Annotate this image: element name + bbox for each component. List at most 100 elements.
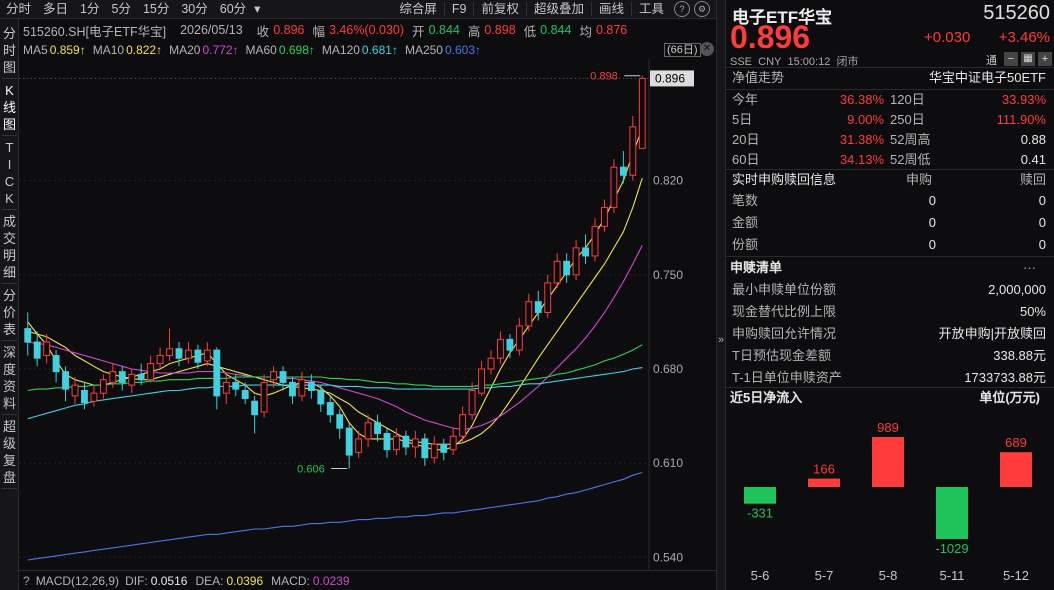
vtab-intraday[interactable]: 时 <box>0 42 19 59</box>
tab-intraday[interactable]: 分时 <box>0 0 37 19</box>
ma-item-ma5[interactable]: MA5 0.859↑ <box>23 43 86 57</box>
candle[interactable] <box>525 293 533 332</box>
macd-help-icon[interactable]: ? <box>23 574 30 588</box>
candle[interactable] <box>326 395 334 423</box>
candle[interactable] <box>478 360 485 396</box>
candle[interactable] <box>468 382 476 421</box>
ma-item-ma60[interactable]: MA60 0.698↑ <box>246 43 315 57</box>
tong-badge[interactable]: 通 <box>986 52 997 68</box>
tab-1min[interactable]: 1分 <box>74 0 105 19</box>
candle[interactable] <box>345 422 353 469</box>
vtab-super-replay[interactable]: 盘 <box>0 469 19 486</box>
flow-bar-group[interactable]: -331 5-6 <box>744 487 776 583</box>
vtab-trade-detail[interactable]: 成 <box>0 213 19 230</box>
forward-adjust-button[interactable]: 前复权 <box>475 0 525 19</box>
tab-30min[interactable]: 30分 <box>175 0 213 19</box>
tab-multi-day[interactable]: 多日 <box>37 0 74 19</box>
vtab-deep-data[interactable]: 资 <box>0 378 19 395</box>
candle[interactable] <box>430 436 438 464</box>
flow-bar-group[interactable]: 689 5-12 <box>1000 435 1032 583</box>
minus-icon[interactable]: − <box>1004 52 1018 66</box>
vtab-deep-data[interactable]: 料 <box>0 395 19 412</box>
vtab-trade-detail[interactable]: 交 <box>0 230 19 247</box>
candle[interactable] <box>213 347 221 410</box>
candle[interactable] <box>506 333 514 359</box>
close-chart-icon[interactable]: ✕ <box>700 42 714 56</box>
panel-divider[interactable] <box>716 0 726 590</box>
nav-index[interactable]: 华宝中证电子50ETF <box>929 67 1046 89</box>
tab-60min[interactable]: 60分 <box>214 0 252 19</box>
candle[interactable] <box>459 406 467 442</box>
candle[interactable] <box>638 75 646 149</box>
candle[interactable] <box>90 385 98 407</box>
candle[interactable] <box>118 366 126 391</box>
period-dropdown-icon[interactable]: ▾ <box>252 0 262 19</box>
candle[interactable] <box>374 414 381 442</box>
vtab-price-table[interactable]: 表 <box>0 321 19 338</box>
candle[interactable] <box>147 355 155 383</box>
candle[interactable] <box>251 395 259 434</box>
candle[interactable] <box>298 371 306 402</box>
plus-icon[interactable]: + <box>1038 52 1052 66</box>
vtab-kline[interactable]: K <box>0 82 19 99</box>
candle[interactable] <box>421 433 429 466</box>
candle[interactable] <box>24 312 32 356</box>
vtab-deep-data[interactable]: 度 <box>0 361 19 378</box>
candle[interactable] <box>71 377 79 404</box>
candle[interactable] <box>203 342 211 367</box>
candle[interactable] <box>629 116 637 181</box>
vtab-trade-detail[interactable]: 细 <box>0 264 19 281</box>
candle[interactable] <box>156 347 164 369</box>
candle[interactable] <box>487 350 495 375</box>
candle[interactable] <box>449 428 457 456</box>
candle[interactable] <box>572 239 580 281</box>
draw-line-button[interactable]: 画线 <box>593 0 630 19</box>
vtab-kline[interactable]: 线 <box>0 99 19 116</box>
candle[interactable] <box>515 317 523 356</box>
candle[interactable] <box>563 253 571 283</box>
candle[interactable] <box>289 377 296 404</box>
candle[interactable] <box>619 151 627 184</box>
vtab-intraday[interactable]: 分 <box>0 25 19 42</box>
candle[interactable] <box>364 414 372 447</box>
more-icon[interactable]: ··· <box>1023 257 1036 279</box>
candle[interactable] <box>601 199 608 232</box>
candle[interactable] <box>383 428 391 458</box>
help-icon[interactable]: ? <box>674 1 690 17</box>
candle[interactable] <box>553 253 561 289</box>
vtab-deep-data[interactable]: 深 <box>0 344 19 361</box>
candle[interactable] <box>307 374 315 399</box>
vtab-tick[interactable]: T <box>0 139 19 156</box>
settings-icon[interactable]: ⚙ <box>694 1 710 17</box>
candle[interactable] <box>440 438 448 461</box>
candle[interactable] <box>128 368 136 394</box>
ma-item-ma250[interactable]: MA250 0.603↑ <box>405 43 481 57</box>
vtab-trade-detail[interactable]: 明 <box>0 247 19 264</box>
f9-button[interactable]: F9 <box>446 0 473 19</box>
ma-item-ma10[interactable]: MA10 0.822↑ <box>93 43 162 57</box>
vtab-super-replay[interactable]: 级 <box>0 435 19 452</box>
vtab-kline[interactable]: 图 <box>0 116 19 133</box>
composite-screen-button[interactable]: 综合屏 <box>393 0 443 19</box>
days-range-badge[interactable]: (66日) <box>664 43 701 57</box>
candle[interactable] <box>166 328 173 361</box>
grid-icon[interactable]: ▦ <box>1021 52 1035 66</box>
candle[interactable] <box>175 342 183 367</box>
candle[interactable] <box>185 342 192 364</box>
collapse-panel-icon[interactable]: » <box>717 334 725 346</box>
candle[interactable] <box>497 331 504 364</box>
vtab-super-replay[interactable]: 超 <box>0 418 19 435</box>
flow-bar-group[interactable]: 166 5-7 <box>808 462 840 583</box>
ma-item-ma20[interactable]: MA20 0.772↑ <box>169 43 238 57</box>
flow-bar-group[interactable]: -1029 5-11 <box>935 487 969 583</box>
candle[interactable] <box>582 234 589 265</box>
super-overlay-button[interactable]: 超级叠加 <box>528 0 590 19</box>
candle[interactable] <box>52 350 60 383</box>
flow-bar-group[interactable]: 989 5-8 <box>872 420 904 583</box>
candle[interactable] <box>591 218 599 262</box>
candle[interactable] <box>336 409 344 439</box>
candle[interactable] <box>411 430 419 458</box>
vtab-super-replay[interactable]: 复 <box>0 452 19 469</box>
candle[interactable] <box>544 274 552 318</box>
tools-button[interactable]: 工具 <box>633 0 670 19</box>
